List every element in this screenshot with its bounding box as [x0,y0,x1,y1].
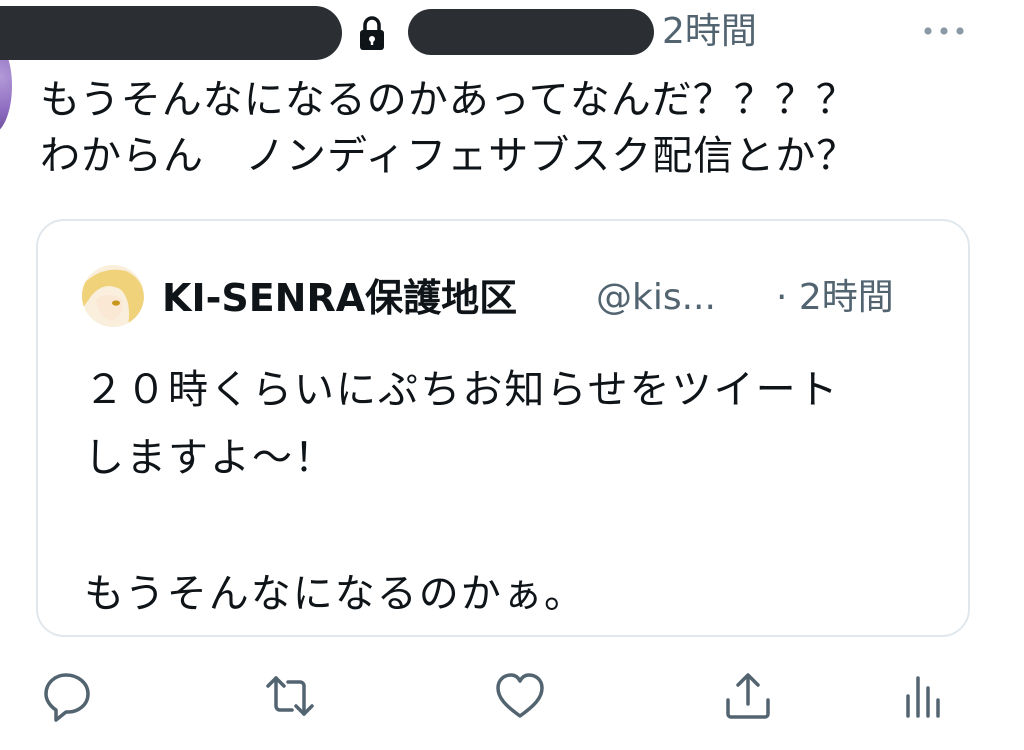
lock-icon [352,13,392,53]
tweet-text: もうそんなになるのかあってなんだ？？？？ わからん ノンディフェサブスク配信とか？ [40,72,1000,184]
reply-icon[interactable] [40,670,96,722]
quoted-text-line: しますよ〜！ [84,435,336,481]
redacted-display-name [0,6,342,60]
views-icon[interactable] [894,670,950,722]
quoted-author-avatar[interactable] [82,265,144,327]
quoted-display-name[interactable]: KI-SENRA保護地区 [162,273,517,323]
heart-icon[interactable] [492,670,548,722]
tweet-timestamp[interactable]: 2時間 [662,8,757,56]
more-dots-icon[interactable] [920,16,968,46]
quoted-handle[interactable]: @kis... [596,273,716,323]
redacted-handle [408,9,654,55]
tweet-text-line: わからん ノンディフェサブスク配信とか？ [40,133,858,179]
quoted-timestamp[interactable]: · 2時間 [776,273,894,323]
share-icon[interactable] [720,670,776,722]
quoted-text-line: もうそんなになるのかぁ。 [84,571,586,617]
quoted-tweet-card[interactable]: KI-SENRA保護地区 @kis... · 2時間 ２０時くらいにぷちお知らせ… [36,219,970,637]
retweet-icon[interactable] [262,670,318,722]
tweet-text-line: もうそんなになるのかあってなんだ？？？？ [40,77,857,123]
quoted-text-line: ​ [84,492,944,560]
quoted-tweet-text: ２０時くらいにぷちお知らせをツイートしますよ〜！ ​ もうそんなになるのかぁ。 [84,356,944,628]
quoted-text-line: ２０時くらいにぷちお知らせをツイート [84,367,840,413]
